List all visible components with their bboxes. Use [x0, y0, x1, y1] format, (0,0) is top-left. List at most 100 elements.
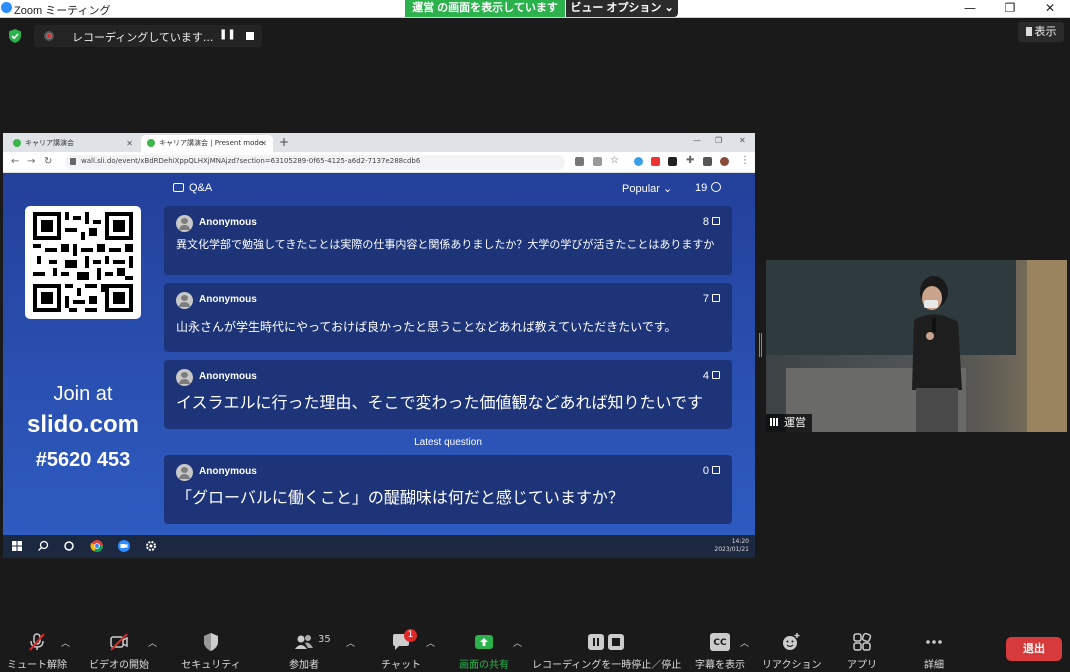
question-votes[interactable]: 0: [703, 465, 720, 477]
share-screen-button[interactable]: 画面の共有: [454, 620, 514, 672]
leave-button[interactable]: 退出: [1006, 637, 1062, 661]
address-bar[interactable]: wall.sli.do/event/xBdRDehiXppQLHXjMNAjzd…: [65, 155, 565, 170]
taskbar-clock: 14:20 2023/01/21: [714, 538, 749, 554]
forward-icon[interactable]: →: [27, 156, 35, 167]
close-button[interactable]: ✕: [1042, 1, 1058, 15]
anonymous-avatar-icon: [176, 292, 193, 309]
qa-header-label: Q&A: [189, 182, 213, 194]
captions-cc-icon: CC: [710, 633, 730, 651]
question-votes[interactable]: 4: [703, 370, 720, 382]
new-tab-icon[interactable]: +: [279, 135, 289, 149]
tab-close-icon[interactable]: ✕: [126, 135, 133, 152]
browser-restore-icon[interactable]: ❐: [715, 136, 722, 145]
maximize-button[interactable]: ❐: [1002, 1, 1018, 15]
extensions-puzzle-icon[interactable]: ✚: [686, 155, 694, 166]
reactions-button[interactable]: リアクション: [762, 620, 822, 672]
browser-tab-1-label: キャリア講演会: [25, 139, 74, 147]
more-dots-icon: [926, 640, 942, 644]
question-text: 異文化学部で勉強してきたことは実際の仕事内容と関係ありましたか？大学の学びが活き…: [176, 238, 715, 251]
vote-count: 0: [702, 465, 709, 477]
question-card[interactable]: Anonymous 0 「グローバルに働くこと」の醍醐味は何だと感じていますか？: [164, 455, 732, 524]
start-video-button[interactable]: ビデオの開始: [86, 620, 152, 672]
shared-screen: キャリア講演会 ✕ キャリア講演会 | Present mode ✕ + — ❐…: [3, 133, 755, 558]
question-votes[interactable]: 7: [703, 293, 720, 305]
chevron-up-icon[interactable]: ︿: [513, 636, 522, 649]
question-author: Anonymous: [199, 294, 257, 305]
reactions-label: リアクション: [762, 660, 822, 671]
participants-button[interactable]: 参加者: [276, 620, 332, 672]
participant-video-tile[interactable]: 運営: [766, 260, 1067, 432]
signal-strength-icon: [770, 418, 780, 426]
question-card[interactable]: Anonymous 8 異文化学部で勉強してきたことは実際の仕事内容と関係ありま…: [164, 206, 732, 275]
zoom-taskbar-icon[interactable]: [117, 539, 131, 553]
encryption-shield-icon[interactable]: [8, 29, 22, 43]
share-page-icon[interactable]: [593, 157, 602, 166]
question-card[interactable]: Anonymous 4 イスラエルに行った理由、そこで変わった価値観などあれば知…: [164, 360, 732, 429]
recording-status: レコーディングしています...: [72, 31, 214, 44]
zoom-window: Zoom ミーティング 運営 の画面を表示しています ビュー オプション ⌄ —…: [0, 0, 1070, 672]
browser-tab-1[interactable]: キャリア講演会 ✕: [7, 135, 139, 152]
minimize-button[interactable]: —: [962, 1, 978, 15]
apps-icon: [853, 632, 872, 651]
settings-gear-icon[interactable]: [144, 539, 158, 553]
profile-avatar-icon[interactable]: [720, 157, 729, 166]
windows-start-icon[interactable]: [10, 539, 24, 553]
chevron-up-icon[interactable]: ︿: [148, 636, 157, 649]
chevron-up-icon[interactable]: ︿: [740, 636, 749, 649]
search-icon[interactable]: [36, 539, 50, 553]
chat-label: チャット: [381, 660, 421, 671]
event-code: #5620 453: [35, 449, 131, 471]
sort-dropdown[interactable]: Popular ⌄: [622, 182, 672, 195]
browser-menu-icon[interactable]: ⋮: [740, 155, 750, 166]
chrome-icon[interactable]: [90, 539, 104, 553]
question-card[interactable]: Anonymous 7 山永さんが学生時代にやっておけば良かったと思うことなどあ…: [164, 283, 732, 352]
security-button[interactable]: セキュリティ: [180, 620, 242, 672]
more-button[interactable]: 詳細: [912, 620, 956, 672]
chat-button[interactable]: 1 チャット: [376, 620, 426, 672]
tab-close-icon[interactable]: ✕: [260, 135, 267, 152]
title-bar: Zoom ミーティング 運営 の画面を表示しています ビュー オプション ⌄ —…: [0, 0, 1070, 18]
stop-recording-button[interactable]: [246, 32, 254, 40]
share-screen-icon: [475, 635, 493, 649]
participant-name: 運営: [784, 416, 806, 429]
qa-header: Q&A: [173, 182, 212, 194]
browser-tab-2[interactable]: キャリア講演会 | Present mode ✕: [141, 135, 273, 152]
recording-control-button[interactable]: レコーディングを一時停止／停止: [532, 620, 681, 672]
sidebar-icon[interactable]: [703, 157, 712, 166]
pause-recording-button[interactable]: ❚❚: [219, 29, 236, 40]
windows-taskbar: 14:20 2023/01/21: [3, 535, 755, 558]
slido-favicon-icon: [147, 139, 155, 147]
mute-button[interactable]: ミュート解除: [6, 620, 68, 672]
question-author: Anonymous: [199, 371, 257, 382]
chat-badge: 1: [404, 629, 417, 642]
back-icon[interactable]: ←: [11, 156, 19, 167]
vote-count: 4: [702, 370, 709, 382]
share-screen-label: 画面の共有: [459, 660, 509, 671]
anonymous-avatar-icon: [176, 215, 193, 232]
slido-present-mode: Join at slido.com #5620 453 Q&A Popular …: [3, 173, 755, 535]
security-label: セキュリティ: [181, 660, 241, 671]
task-view-icon[interactable]: [62, 539, 76, 553]
cloud-extension-icon[interactable]: [634, 157, 643, 166]
chevron-up-icon[interactable]: ︿: [346, 636, 355, 649]
s-extension-icon[interactable]: [668, 157, 677, 166]
chevron-up-icon[interactable]: ︿: [426, 636, 435, 649]
window-title: Zoom ミーティング: [14, 5, 111, 17]
apps-button[interactable]: アプリ: [840, 620, 884, 672]
share-banner: 運営 の画面を表示しています: [405, 0, 565, 17]
red-extension-icon[interactable]: [651, 157, 660, 166]
video-blackboard: [766, 260, 1016, 355]
translate-icon[interactable]: [575, 157, 584, 166]
browser-tab-strip: キャリア講演会 ✕ キャリア講演会 | Present mode ✕ + — ❐…: [3, 133, 755, 152]
bookmark-star-icon[interactable]: ☆: [610, 155, 619, 166]
reload-icon[interactable]: ↻: [44, 156, 52, 167]
split-resize-handle[interactable]: [759, 333, 762, 357]
question-count-value: 19: [695, 182, 708, 194]
browser-minimize-icon[interactable]: —: [693, 136, 701, 145]
question-votes[interactable]: 8: [703, 216, 720, 228]
chevron-up-icon[interactable]: ︿: [61, 636, 70, 649]
view-options-button[interactable]: ビュー オプション ⌄: [566, 0, 678, 17]
browser-close-icon[interactable]: ✕: [739, 136, 746, 145]
view-button[interactable]: 表示: [1018, 22, 1064, 42]
speaker-figure: [912, 276, 962, 432]
